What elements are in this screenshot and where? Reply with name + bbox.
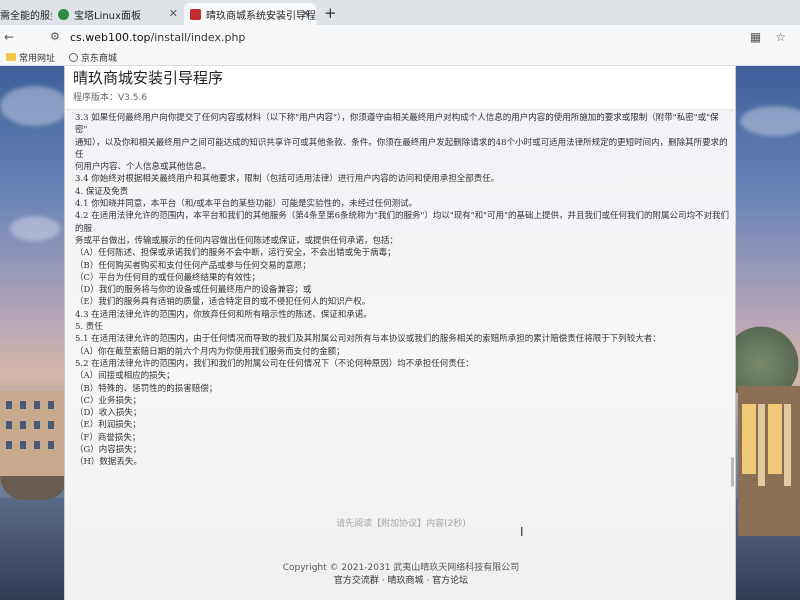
footer-separator: · — [423, 576, 433, 586]
agreement-paragraph: （A）你在截至索赔日期的前六个月内为你使用我们服务而支付的金额； — [75, 346, 345, 357]
url-field[interactable]: cs.web100.top/install/index.php — [70, 31, 245, 44]
url-path: /install/index.php — [150, 30, 246, 44]
address-bar: ← ⚙ cs.web100.top/install/index.php ▦ ☆ — [0, 25, 800, 49]
agreement-paragraph: 4. 保证及免责 — [75, 186, 129, 197]
footer-link-forum[interactable]: 官方论坛 — [432, 576, 468, 586]
agreement-paragraph: （B）任何购买者购买和支付任何产品或参与任何交易的意愿； — [75, 260, 311, 271]
agreement-paragraph: （H）数据丢失。 — [75, 457, 142, 468]
bookmark-label: 京东商城 — [81, 53, 118, 64]
agree-button-disabled[interactable]: 请先阅读【附加协议】内容(2秒) — [65, 516, 737, 529]
site-info-icon[interactable]: ⚙ — [50, 31, 62, 43]
bookmark-folder-common[interactable]: 常用网址 — [6, 51, 55, 64]
folder-icon — [6, 53, 16, 61]
close-tab-icon[interactable]: ✕ — [169, 7, 178, 20]
tab-3-label: 晴玖商城系统安装引导程序 — [206, 10, 316, 22]
bookmark-star-icon[interactable]: ☆ — [775, 30, 786, 44]
tab-2-label: 宝塔Linux面板 — [74, 10, 141, 22]
copyright-text: Copyright © 2021-2031 武夷山晴玖天网络科技有限公司 — [282, 563, 520, 573]
agreement-scrollbar[interactable] — [731, 112, 734, 492]
agreement-paragraph: 务或平台做出，传输或展示的任何内容做出任何陈述或保证，或提供任何承诺，包括： — [75, 235, 399, 246]
agreement-paragraph: 5. 责任 — [75, 322, 103, 333]
installer-header: 晴玖商城安装引导程序 程序版本：V3.5.6 — [65, 66, 735, 110]
license-agreement-text[interactable]: 3.3 如果任何最终用户向你提交了任何内容或材料（以下称"用户内容"），你须遵守… — [65, 112, 737, 492]
new-tab-button[interactable]: + — [316, 3, 345, 25]
mouse-cursor-icon: I — [520, 525, 524, 539]
agreement-paragraph: 4.3 在适用法律允许的范围内，你放弃任何和所有暗示性的陈述、保证和承诺。 — [75, 309, 372, 320]
tab-3-active[interactable]: 晴玖商城系统安装引导程序 ✕ — [184, 3, 316, 25]
tab-2[interactable]: 宝塔Linux面板 ✕ — [52, 3, 184, 25]
shop-favicon-icon — [190, 8, 201, 20]
agreement-paragraph: （D）我们的服务将与你的设备或任何最终用户的设备兼容；或 — [75, 285, 312, 296]
bookmarks-bar: 常用网址 京东商城 — [0, 49, 800, 66]
tab-1[interactable]: 需全能的服务 — [0, 3, 52, 25]
bookmark-jd[interactable]: 京东商城 — [69, 51, 117, 64]
bt-panel-favicon-icon — [58, 8, 69, 20]
browser-tab-bar: 需全能的服务 宝塔Linux面板 ✕ 晴玖商城系统安装引导程序 ✕ + — [0, 0, 800, 25]
footer-links: 官方交流群 · 晴玖商城 · 官方论坛 — [65, 575, 737, 588]
back-arrow-icon[interactable]: ← — [4, 30, 50, 44]
agreement-paragraph: （E）我们的服务具有适销的质量，适合特定目的或不侵犯任何人的知识产权。 — [75, 297, 371, 308]
agreement-paragraph: 4.2 在适用法律允许的范围内，本平台和我们的其他服务（第4条至第6条统称为"我… — [75, 211, 730, 234]
agreement-paragraph: 4.1 你知晓并同意，本平台（和/或本平台的某些功能）可能是实验性的，未经过任何… — [75, 199, 418, 210]
footer: Copyright © 2021-2031 武夷山晴玖天网络科技有限公司 官方交… — [65, 562, 737, 588]
agreement-paragraph: （C）平台为任何目的或任何最终结果的有效性； — [75, 272, 261, 283]
agreement-paragraph: 通知），以及你和相关最终用户之间可能达成的知识共享许可或其他条款、条件。你须在最… — [75, 137, 728, 160]
qr-code-icon[interactable]: ▦ — [750, 30, 761, 44]
agreement-paragraph: （G）内容损失； — [75, 445, 142, 456]
installer-panel: 晴玖商城安装引导程序 程序版本：V3.5.6 3.3 如果任何最终用户向你提交了… — [64, 66, 736, 600]
footer-link-shop[interactable]: 晴玖商城 — [387, 576, 423, 586]
agreement-paragraph: 3.4 你始终对根据相关最终用户和其他要求，限制（包括可适用法律）进行用户内容的… — [75, 174, 500, 185]
version-label: 程序版本：V3.5.6 — [73, 93, 148, 103]
close-tab-icon[interactable]: ✕ — [301, 7, 310, 20]
agreement-paragraph: 3.3 如果任何最终用户向你提交了任何内容或材料（以下称"用户内容"），你须遵守… — [75, 113, 719, 136]
agreement-paragraph: （F）商誉损失； — [75, 432, 141, 443]
agreement-paragraph: 何用户内容、个人信息或其他信息。 — [75, 162, 212, 173]
globe-icon — [69, 52, 79, 62]
url-host: cs.web100.top — [70, 30, 151, 44]
scrollbar-thumb[interactable] — [731, 457, 734, 487]
agreement-paragraph: 5.1 在适用法律允许的范围内，由于任何情况而导致的我们及其附属公司对所有与本协… — [75, 334, 661, 345]
agreement-paragraph: 5.2 在适用法律允许的范围内，我们和我们的附属公司在任何情况下（不论何种原因）… — [75, 358, 474, 369]
agreement-paragraph: （A）间接或相应的损失； — [75, 371, 175, 382]
page-title: 晴玖商城安装引导程序 — [73, 69, 224, 87]
footer-link-group[interactable]: 官方交流群 — [334, 576, 379, 586]
agreement-paragraph: （D）收入损失； — [75, 408, 142, 419]
agreement-paragraph: （C）业务损失； — [75, 395, 142, 406]
agreement-paragraph: （E）利润损失； — [75, 420, 141, 431]
agreement-paragraph: （A）任何陈述、担保或承诺我们的服务不会中断，运行安全，不会出错或免于病毒； — [75, 248, 396, 259]
bookmark-label: 常用网址 — [19, 53, 56, 64]
agreement-paragraph: （B）特殊的、惩罚性的的损害赔偿； — [75, 383, 218, 394]
tab-1-label: 需全能的服务 — [0, 10, 52, 22]
